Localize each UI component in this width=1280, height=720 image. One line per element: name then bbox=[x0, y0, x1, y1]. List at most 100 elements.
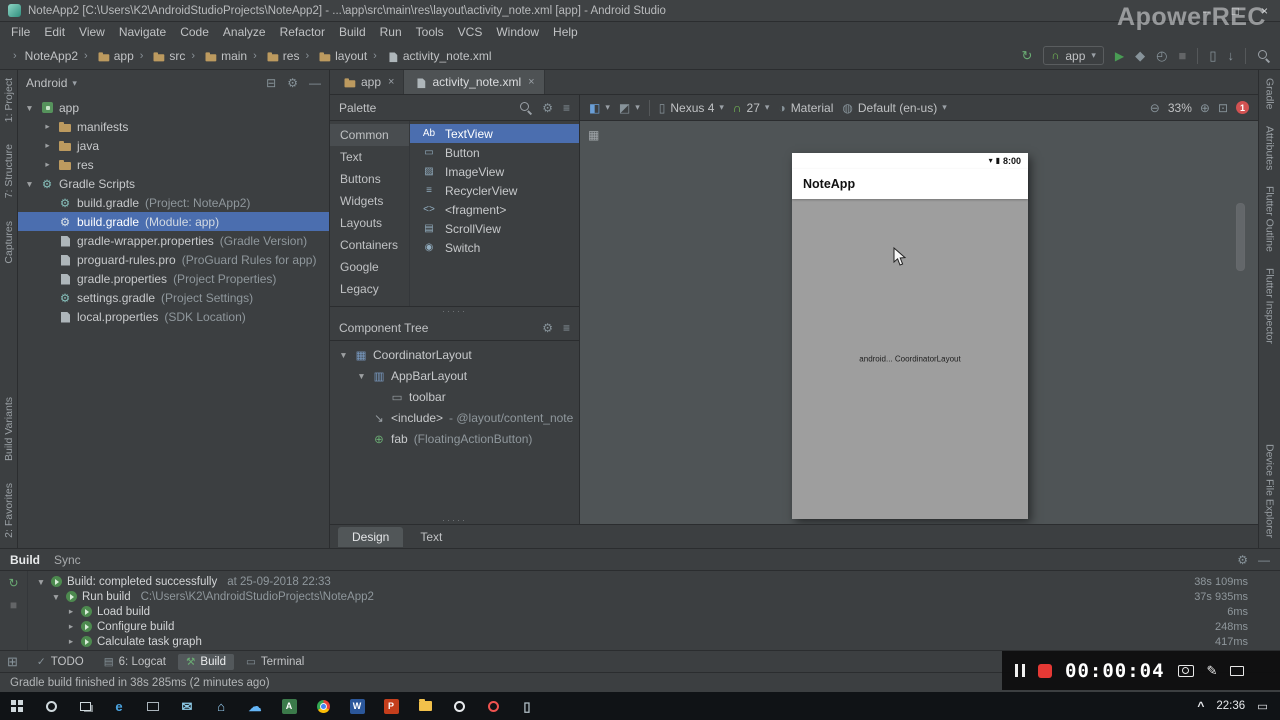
tool-window-button[interactable]: ⚒ Build bbox=[177, 653, 234, 670]
splitter-handle[interactable]: ····· bbox=[330, 307, 579, 316]
canvas-scrollbar[interactable] bbox=[1236, 203, 1245, 271]
tool-stripe-button[interactable]: 7: Structure bbox=[3, 144, 15, 198]
mail-app-icon[interactable]: ✉ bbox=[170, 692, 204, 720]
project-view-select[interactable]: Android bbox=[26, 76, 67, 90]
menu-item[interactable]: Build bbox=[332, 23, 373, 41]
component-tree-row[interactable]: ▭ toolbar bbox=[330, 386, 579, 407]
locale-select[interactable]: ◍ Default (en-us) ▾ bbox=[842, 101, 946, 115]
palette-item[interactable]: ≡ RecyclerView bbox=[410, 181, 579, 200]
theme-select[interactable]: ◑ Material bbox=[778, 101, 833, 115]
project-tree-row[interactable]: ▸ manifests bbox=[18, 117, 329, 136]
screenshot-camera-icon[interactable] bbox=[1177, 664, 1194, 677]
expand-arrow-icon[interactable]: ▼ bbox=[356, 371, 367, 381]
run-button[interactable]: ▶ bbox=[1115, 50, 1124, 62]
preview-content-area[interactable]: android... CoordinatorLayout bbox=[792, 199, 1028, 519]
search-icon[interactable] bbox=[519, 101, 532, 114]
project-tree-row[interactable]: gradle-wrapper.properties (Gradle Versio… bbox=[18, 231, 329, 250]
project-tree-row[interactable]: ⚙ settings.gradle (Project Settings) bbox=[18, 288, 329, 307]
gradle-sync-icon[interactable]: ↻ bbox=[1021, 49, 1032, 62]
sdk-manager-icon[interactable]: ↓ bbox=[1228, 49, 1235, 62]
expand-arrow-icon[interactable]: ▸ bbox=[66, 636, 76, 647]
menu-item[interactable]: Analyze bbox=[216, 23, 273, 41]
tool-stripe-button[interactable]: Device File Explorer bbox=[1264, 444, 1276, 538]
splitter-handle[interactable]: ····· bbox=[330, 516, 579, 525]
android-studio-icon[interactable]: A bbox=[272, 692, 306, 720]
palette-category[interactable]: Containers bbox=[330, 234, 409, 256]
menu-item[interactable]: Run bbox=[373, 23, 409, 41]
palette-item[interactable]: ▨ ImageView bbox=[410, 162, 579, 181]
annotate-pencil-icon[interactable]: ✎ bbox=[1207, 663, 1218, 679]
search-everywhere-icon[interactable] bbox=[1257, 49, 1270, 62]
project-tree-row[interactable]: proguard-rules.pro (ProGuard Rules for a… bbox=[18, 250, 329, 269]
component-tree-row[interactable]: ↘ <include> - @layout/content_note bbox=[330, 407, 579, 428]
project-tree-row[interactable]: gradle.properties (Project Properties) bbox=[18, 269, 329, 288]
breadcrumb-item[interactable]: › app bbox=[81, 49, 137, 63]
breadcrumb-item[interactable]: › res bbox=[250, 49, 302, 63]
expand-arrow-icon[interactable]: ▸ bbox=[66, 621, 76, 632]
media-player-icon[interactable] bbox=[136, 692, 170, 720]
stop-recording-button[interactable] bbox=[1038, 663, 1052, 678]
component-tree-row[interactable]: ⊕ fab (FloatingActionButton) bbox=[330, 428, 579, 449]
powerpoint-icon[interactable]: P bbox=[374, 692, 408, 720]
tool-stripe-button[interactable]: Gradle bbox=[1264, 78, 1276, 110]
expand-arrow-icon[interactable]: ▸ bbox=[66, 606, 76, 617]
tool-window-button[interactable]: ✓ TODO bbox=[29, 654, 92, 670]
action-center-icon[interactable]: ▭ bbox=[1257, 699, 1268, 713]
collapse-all-icon[interactable]: ⊟ bbox=[266, 76, 276, 90]
build-step-row[interactable]: ▼ Build: completed successfully at 25-09… bbox=[28, 574, 1280, 589]
expand-arrow-icon[interactable]: ▸ bbox=[42, 159, 53, 170]
zoom-in-icon[interactable]: ⊕ bbox=[1200, 101, 1210, 115]
menu-item[interactable]: Refactor bbox=[273, 23, 332, 41]
close-tab-icon[interactable]: × bbox=[528, 76, 534, 88]
search-button[interactable] bbox=[34, 692, 68, 720]
tool-stripe-button[interactable]: Build Variants bbox=[3, 397, 15, 461]
device-select[interactable]: ▯ Nexus 4 ▾ bbox=[659, 101, 724, 115]
debug-icon[interactable]: ◆ bbox=[1135, 49, 1145, 62]
build-step-row[interactable]: ▸ Load build 6ms bbox=[28, 604, 1280, 619]
palette-category[interactable]: Widgets bbox=[330, 190, 409, 212]
error-indicator[interactable]: 1 bbox=[1236, 101, 1249, 114]
menu-item[interactable]: VCS bbox=[451, 23, 490, 41]
tool-stripe-button[interactable]: Attributes bbox=[1264, 126, 1276, 170]
build-step-row[interactable]: ▼ Run build C:\Users\K2\AndroidStudioPro… bbox=[28, 589, 1280, 604]
expand-arrow-icon[interactable]: ▼ bbox=[24, 103, 35, 113]
build-step-row[interactable]: ▸ Configure build 248ms bbox=[28, 619, 1280, 634]
stop-icon[interactable]: ■ bbox=[1178, 49, 1186, 62]
menu-item[interactable]: Edit bbox=[37, 23, 72, 41]
stop-build-icon[interactable]: ■ bbox=[10, 598, 17, 612]
palette-category[interactable]: Layouts bbox=[330, 212, 409, 234]
component-tree-row[interactable]: ▼ ▥ AppBarLayout bbox=[330, 365, 579, 386]
project-tree-row[interactable]: ▼ ⚙ Gradle Scripts bbox=[18, 174, 329, 193]
breadcrumb-item[interactable]: › layout bbox=[302, 49, 370, 63]
profiler-icon[interactable]: ◴ bbox=[1156, 49, 1167, 62]
gear-icon[interactable]: ⚙ bbox=[287, 76, 298, 90]
menu-item[interactable]: Code bbox=[173, 23, 216, 41]
monitor-icon[interactable] bbox=[1230, 665, 1245, 676]
task-view-button[interactable] bbox=[68, 692, 102, 720]
breadcrumb-item[interactable]: › activity_note.xml bbox=[370, 49, 494, 63]
tool-window-button[interactable]: ▤ 6: Logcat bbox=[96, 654, 174, 670]
start-button[interactable] bbox=[0, 692, 34, 720]
expand-arrow-icon[interactable]: ▼ bbox=[36, 577, 46, 587]
palette-item[interactable]: ◉ Switch bbox=[410, 238, 579, 257]
photos-app-icon[interactable] bbox=[442, 692, 476, 720]
palette-item[interactable]: <> <fragment> bbox=[410, 200, 579, 219]
tool-stripe-button[interactable]: Flutter Outline bbox=[1264, 186, 1276, 252]
palette-category[interactable]: Buttons bbox=[330, 168, 409, 190]
breadcrumb-item[interactable]: › main bbox=[188, 49, 250, 63]
project-tree-row[interactable]: local.properties (SDK Location) bbox=[18, 307, 329, 326]
breadcrumb-item[interactable]: › src bbox=[137, 49, 189, 63]
onedrive-icon[interactable]: ☁ bbox=[238, 692, 272, 720]
menu-item[interactable]: Help bbox=[546, 23, 585, 41]
close-tab-icon[interactable]: × bbox=[388, 76, 394, 88]
mode-tab[interactable]: Design bbox=[338, 526, 404, 547]
tool-stripe-button[interactable]: Captures bbox=[3, 221, 15, 264]
preview-app-bar[interactable]: NoteApp bbox=[792, 169, 1028, 199]
hide-panel-icon[interactable]: — bbox=[1258, 553, 1270, 567]
store-icon[interactable]: ⌂ bbox=[204, 692, 238, 720]
tray-expand-icon[interactable]: ^ bbox=[1197, 699, 1204, 713]
editor-tab[interactable]: activity_note.xml × bbox=[404, 70, 545, 94]
pause-recording-button[interactable] bbox=[1015, 664, 1025, 677]
project-tree-row[interactable]: ▸ java bbox=[18, 136, 329, 155]
hide-panel-icon[interactable]: — bbox=[309, 76, 321, 90]
